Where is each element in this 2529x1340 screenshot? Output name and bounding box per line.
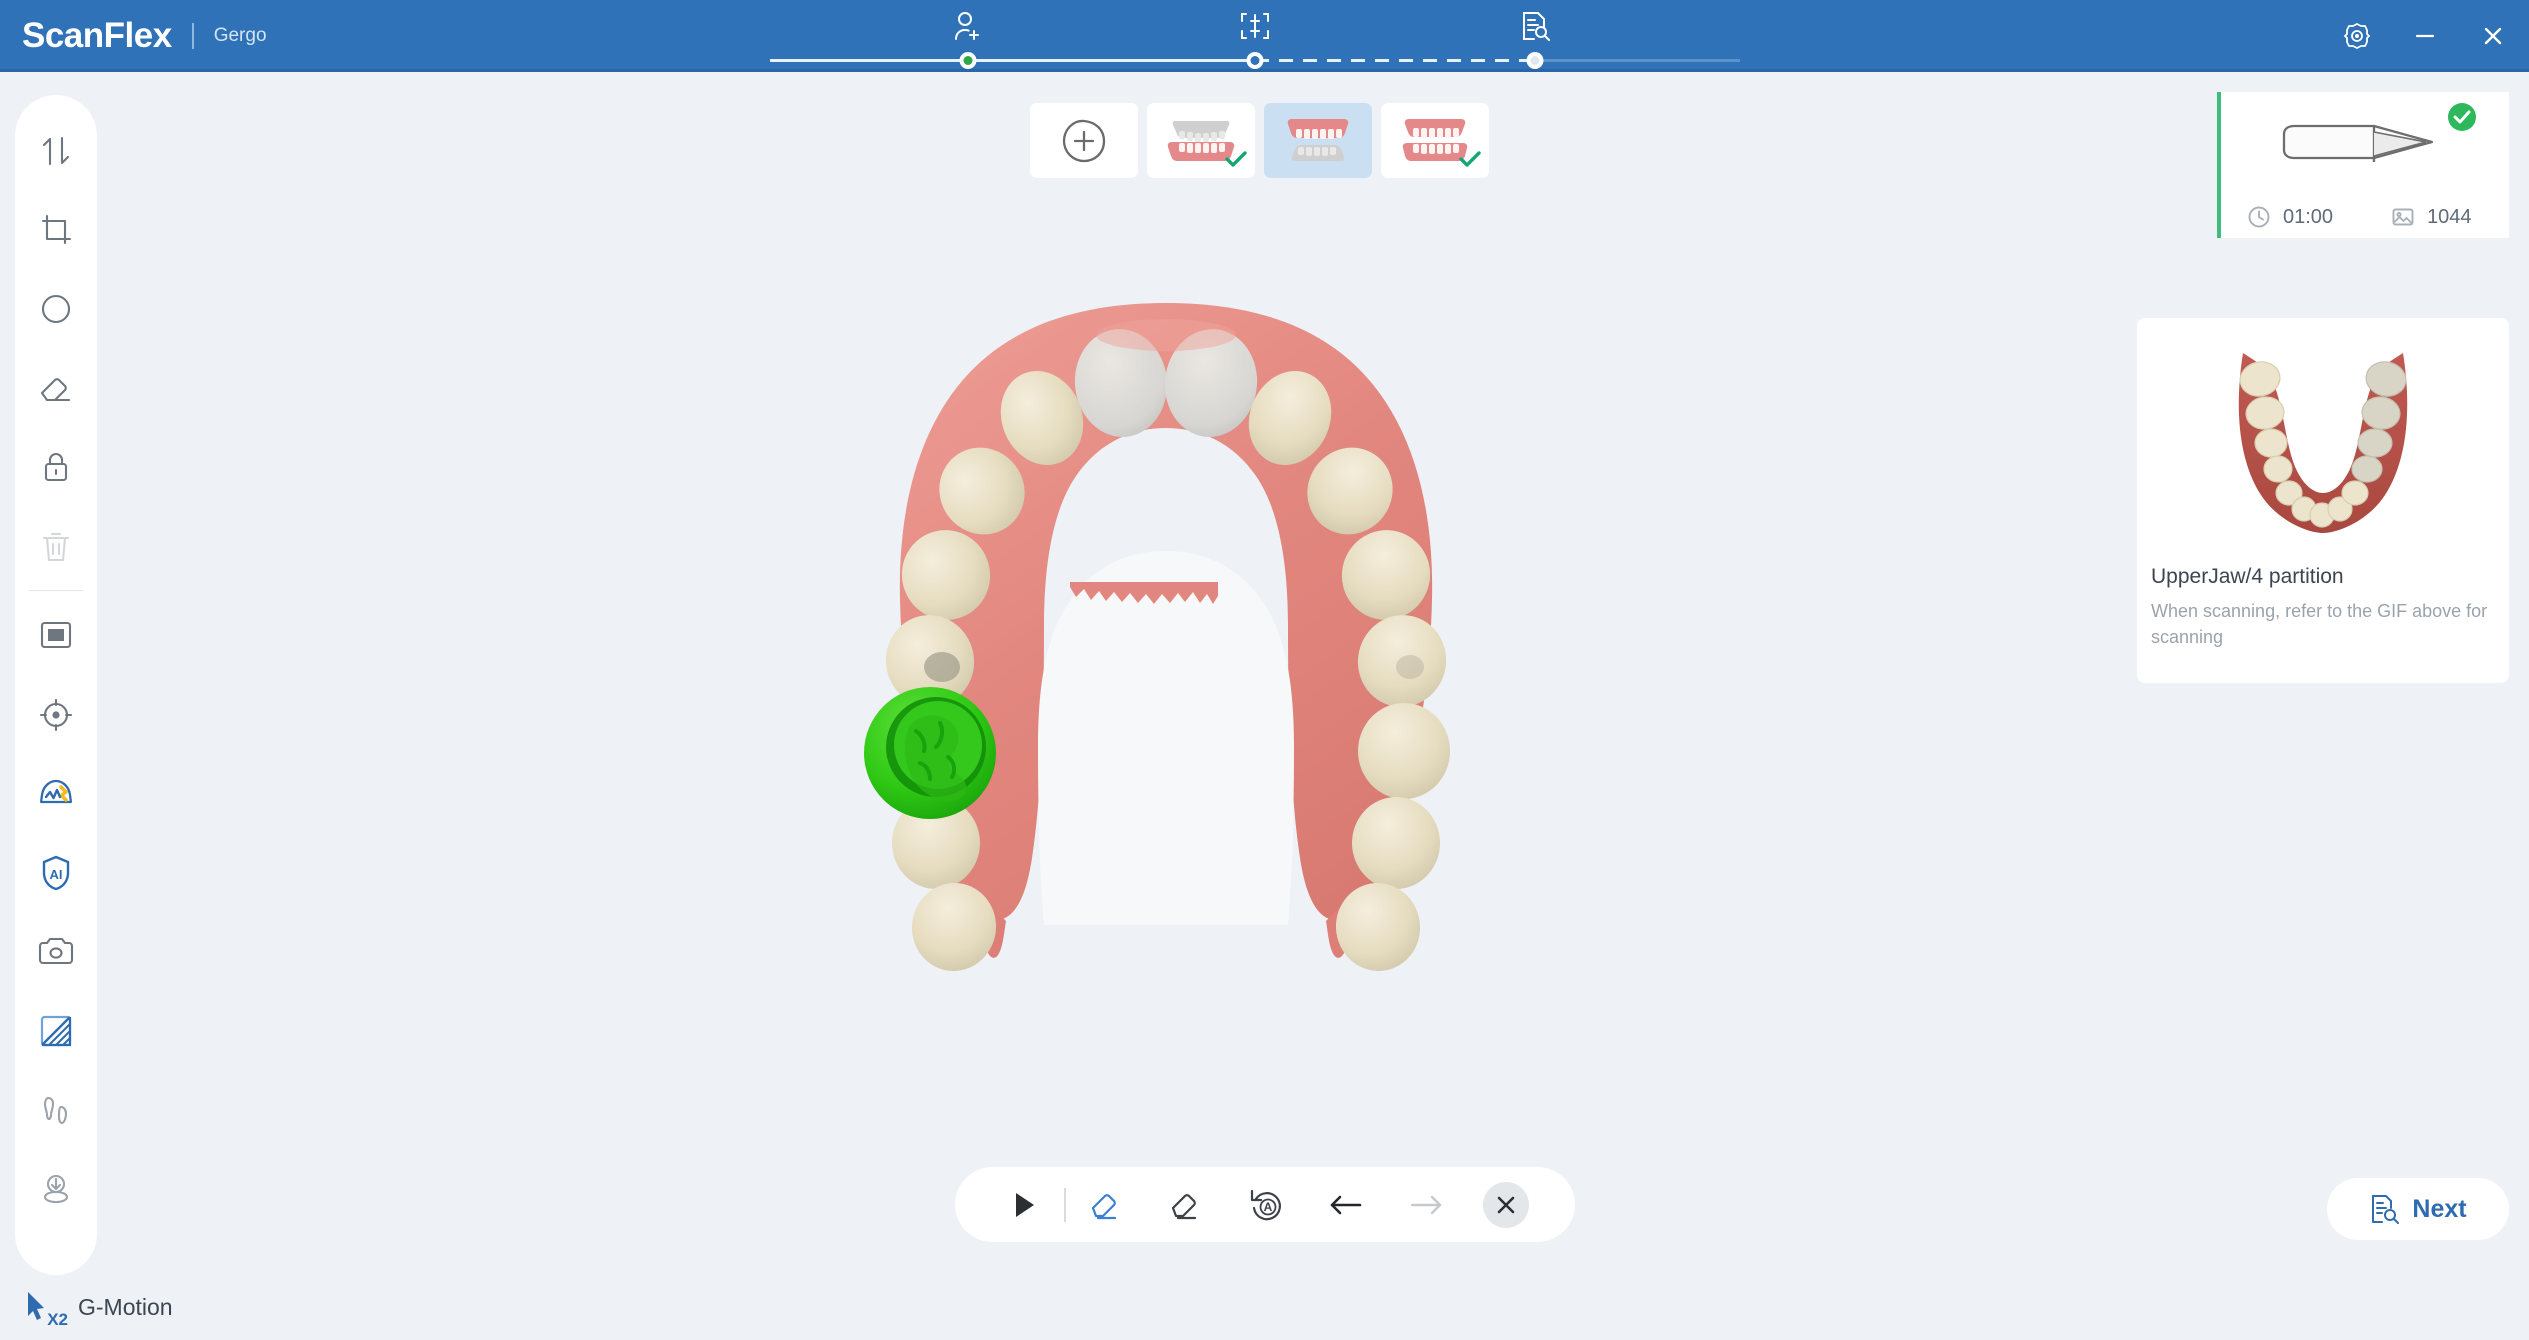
fill-square-icon[interactable] [21,596,91,675]
hint-animation [2137,318,2509,563]
eraser-icon[interactable] [1146,1167,1226,1242]
scan-timer: 01:00 [2247,205,2333,229]
step-dot-scan[interactable] [1247,52,1264,69]
svg-text:AI: AI [50,867,63,882]
upper-jaw-model[interactable] [770,295,1560,1030]
brand-divider [192,23,194,49]
target-focus-icon[interactable] [21,675,91,754]
scan-image-count-value: 1044 [2427,206,2472,229]
step-patient-icon[interactable] [948,6,988,46]
svg-text:A: A [1264,1200,1273,1214]
scanner-wand-area [2217,92,2509,196]
texture-toggle-icon[interactable] [21,991,91,1070]
tile-lower-jaw[interactable] [1147,103,1255,178]
eraser-icon[interactable] [21,348,91,427]
step-scan-icon[interactable] [1235,6,1275,46]
g-motion-multiplier: X2 [47,1310,68,1330]
lock-icon[interactable] [21,427,91,506]
step-dot-review[interactable] [1527,52,1544,69]
brand: ScanFlex Gergo [22,16,267,56]
auto-undo-icon[interactable]: A [1226,1167,1306,1242]
track-segment-end [1535,59,1740,62]
scan-control-bar: A [955,1167,1575,1242]
ai-scan-icon[interactable] [21,754,91,833]
image-icon [2391,205,2415,229]
g-motion-indicator[interactable]: X2 G-Motion [22,1288,173,1326]
scanner-wand-icon [2268,112,2458,176]
sub-brand-label: Gergo [214,25,267,47]
scan-hint-card: UpperJaw/4 partition When scanning, refe… [2137,318,2509,683]
stepper-icons [770,6,1740,52]
circle-select-icon[interactable] [21,269,91,348]
close-tool-button[interactable] [1466,1167,1546,1242]
play-button[interactable] [984,1167,1064,1242]
title-bar: ScanFlex Gergo [0,0,2529,72]
next-button[interactable]: Next [2327,1178,2509,1240]
step-dot-patient[interactable] [960,52,977,69]
g-motion-label: G-Motion [78,1294,173,1321]
track-segment-1 [968,59,1255,62]
tile-check-icon [1459,150,1481,173]
swap-arrows-icon[interactable] [21,111,91,190]
clock-icon [2247,205,2271,229]
tile-add-scan[interactable] [1030,103,1138,178]
tile-bite[interactable] [1381,103,1489,178]
scanner-metrics: 01:00 1044 [2217,196,2509,238]
tile-check-icon [1225,150,1247,173]
lower-jaw-3d-icon [2198,331,2448,561]
window-controls [2341,0,2509,72]
ai-badge-icon[interactable]: AI [21,833,91,912]
camera-icon[interactable] [21,912,91,991]
minimize-icon[interactable] [2409,20,2441,52]
scanner-connected-badge [2445,100,2479,139]
hint-title: UpperJaw/4 partition [2151,565,2509,589]
scanner-status-card: 01:00 1044 [2217,92,2509,238]
redo-arrow-right-icon [1386,1167,1466,1242]
stepper-track [770,59,1740,62]
left-toolbar: AI [15,95,97,1275]
toolbar-divider [29,590,83,591]
scan-timer-value: 01:00 [2283,206,2333,229]
insert-model-icon[interactable] [21,1149,91,1228]
gear-icon[interactable] [2341,20,2373,52]
track-segment-2 [1255,59,1535,62]
selected-tooth-region [864,687,996,819]
close-icon [1483,1182,1529,1228]
app-logo: ScanFlex [22,16,172,56]
step-review-icon[interactable] [1515,6,1555,46]
trash-icon [21,506,91,585]
scan-viewport[interactable] [110,200,2120,1120]
next-button-label: Next [2412,1195,2466,1224]
tooth-marker-icon[interactable] [21,1070,91,1149]
scan-image-count: 1044 [2391,205,2472,229]
hint-subtitle: When scanning, refer to the GIF above fo… [2151,598,2495,650]
track-segment-start [770,59,968,62]
undo-arrow-left-icon[interactable] [1306,1167,1386,1242]
jaw-tile-row [1030,103,1489,178]
eraser-blue-icon[interactable] [1066,1167,1146,1242]
close-icon[interactable] [2477,20,2509,52]
progress-stepper [770,0,1740,72]
tile-upper-jaw[interactable] [1264,103,1372,178]
crop-icon[interactable] [21,190,91,269]
cursor-motion-icon: X2 [22,1288,64,1326]
document-search-icon [2369,1193,2399,1225]
